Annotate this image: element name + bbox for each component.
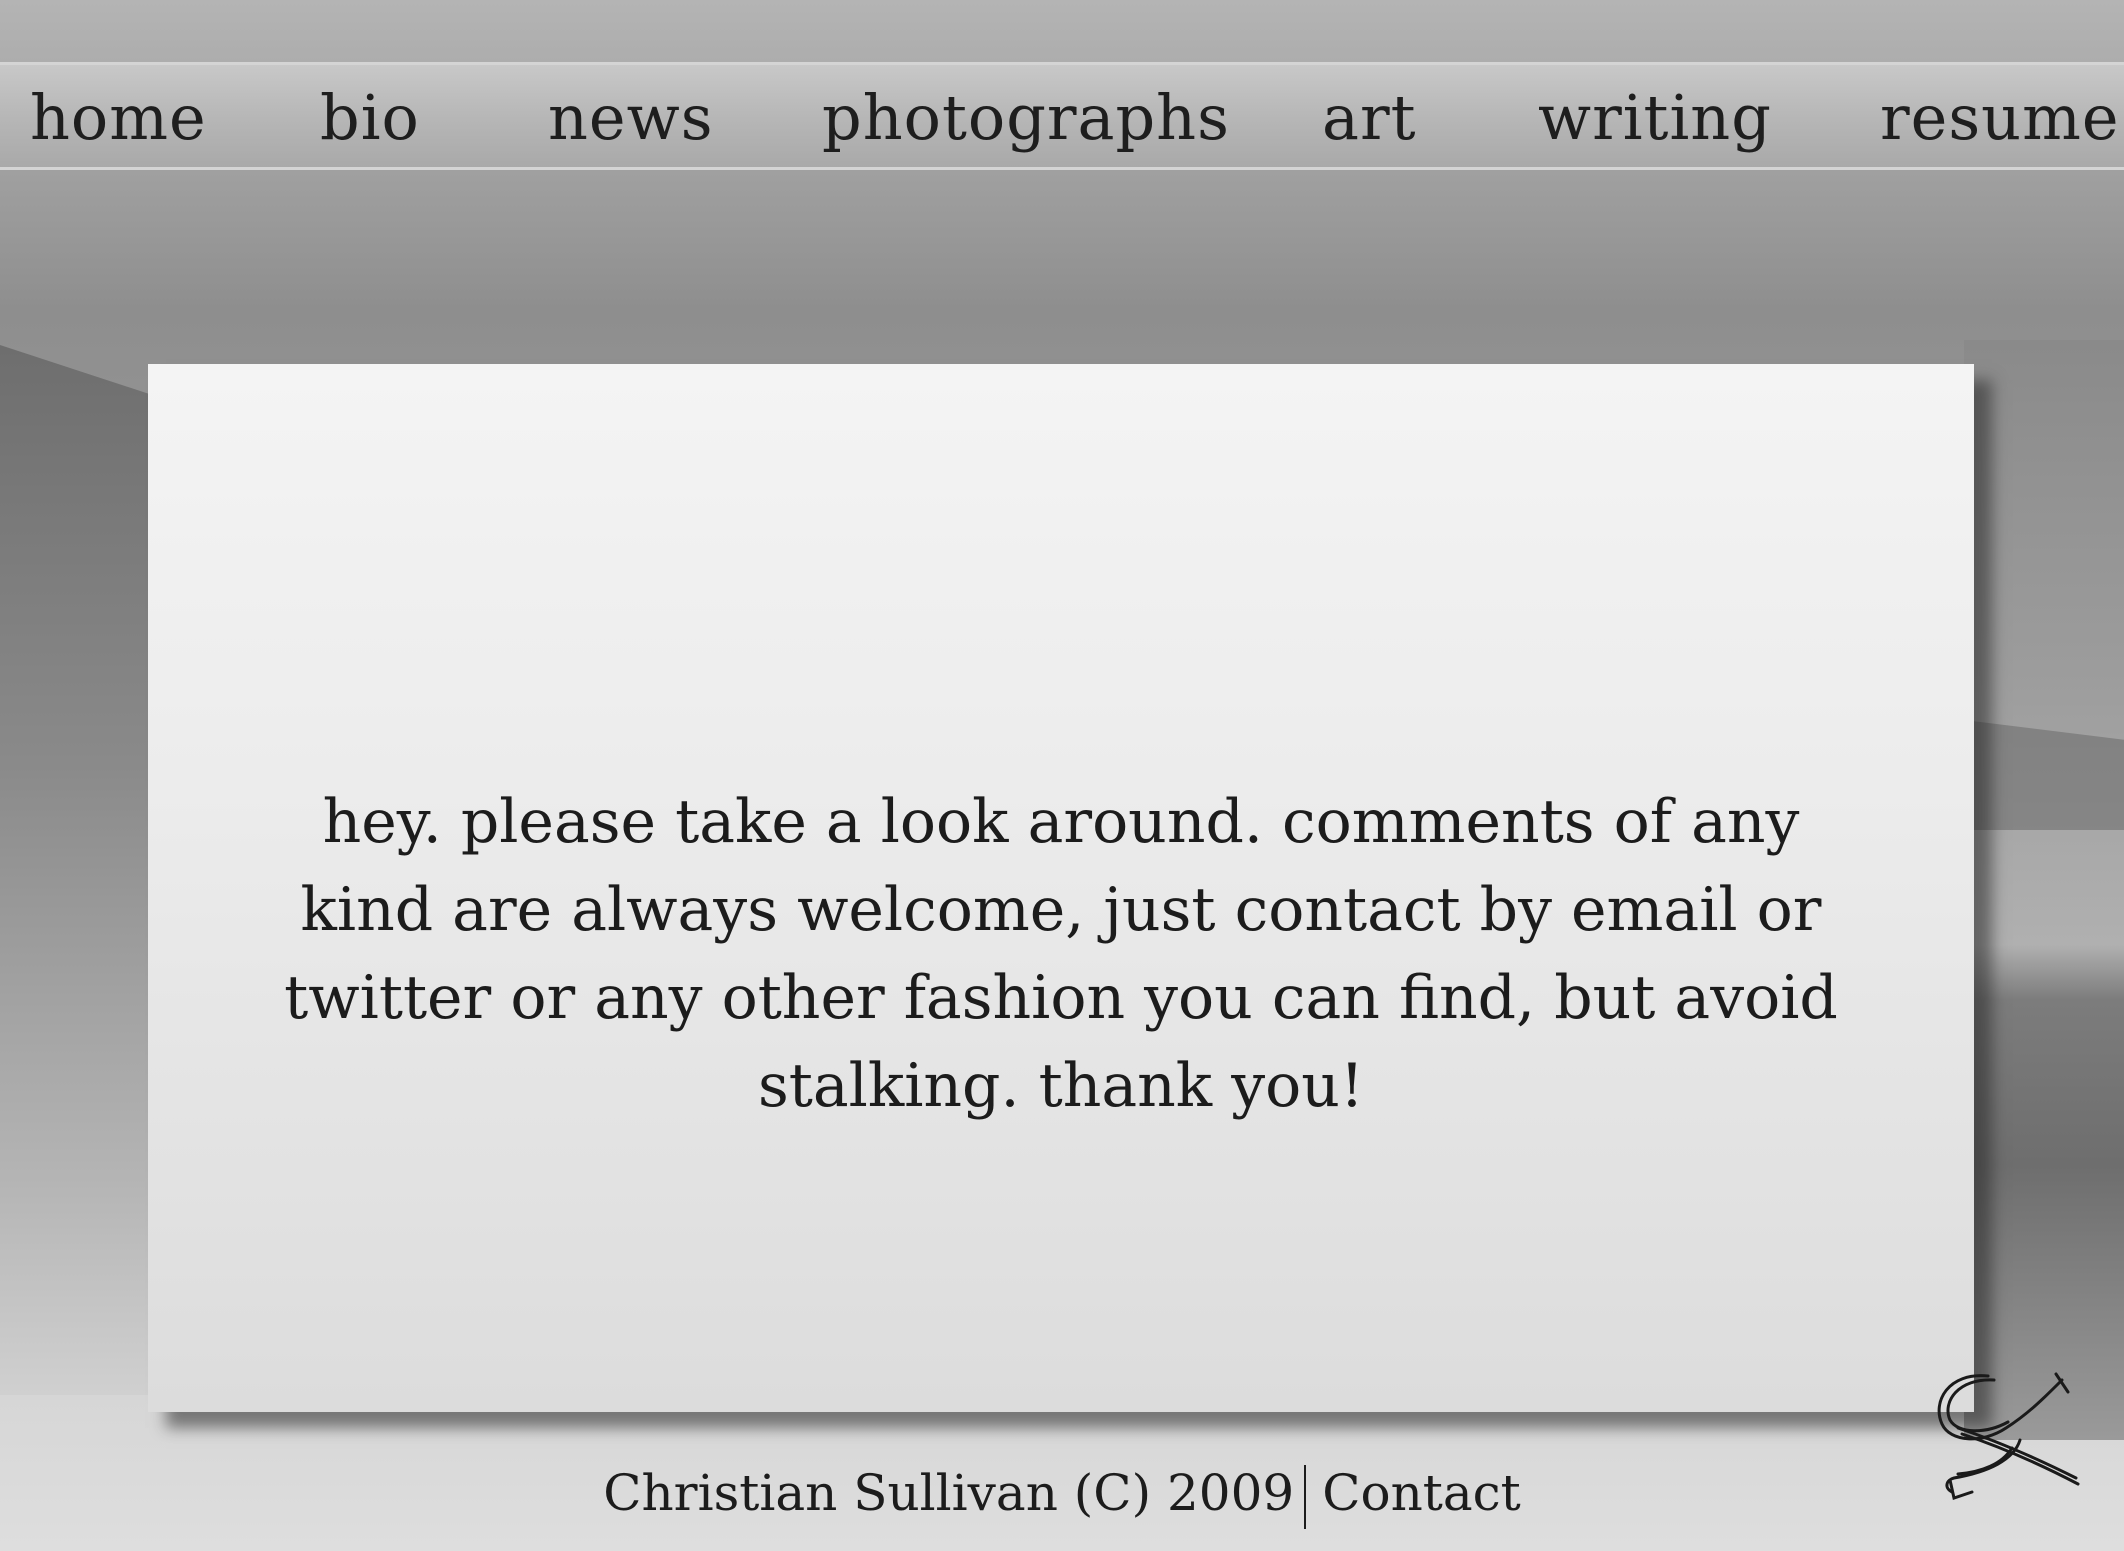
nav-item-photographs[interactable]: photographs xyxy=(822,83,1230,153)
signature-logo-icon xyxy=(1928,1368,2084,1504)
background-plane-left xyxy=(0,345,160,1395)
nav-item-resume[interactable]: resume xyxy=(1880,83,2120,153)
main-navigation: home bio news photographs art writing re… xyxy=(0,62,2124,170)
footer-divider xyxy=(1304,1465,1307,1529)
welcome-card: hey. please take a look around. comments… xyxy=(148,364,1974,1412)
nav-item-writing[interactable]: writing xyxy=(1538,83,1772,153)
footer-contact-link[interactable]: Contact xyxy=(1322,1464,1521,1522)
footer: Christian Sullivan (C) 2009 Contact xyxy=(0,1458,2124,1529)
background-plane-right xyxy=(1964,340,2124,1440)
nav-item-news[interactable]: news xyxy=(548,83,714,153)
nav-item-art[interactable]: art xyxy=(1322,83,1417,153)
welcome-message: hey. please take a look around. comments… xyxy=(284,787,1838,1121)
nav-item-bio[interactable]: bio xyxy=(320,83,420,153)
nav-item-home[interactable]: home xyxy=(30,83,207,153)
footer-copyright: Christian Sullivan (C) 2009 xyxy=(603,1464,1295,1522)
